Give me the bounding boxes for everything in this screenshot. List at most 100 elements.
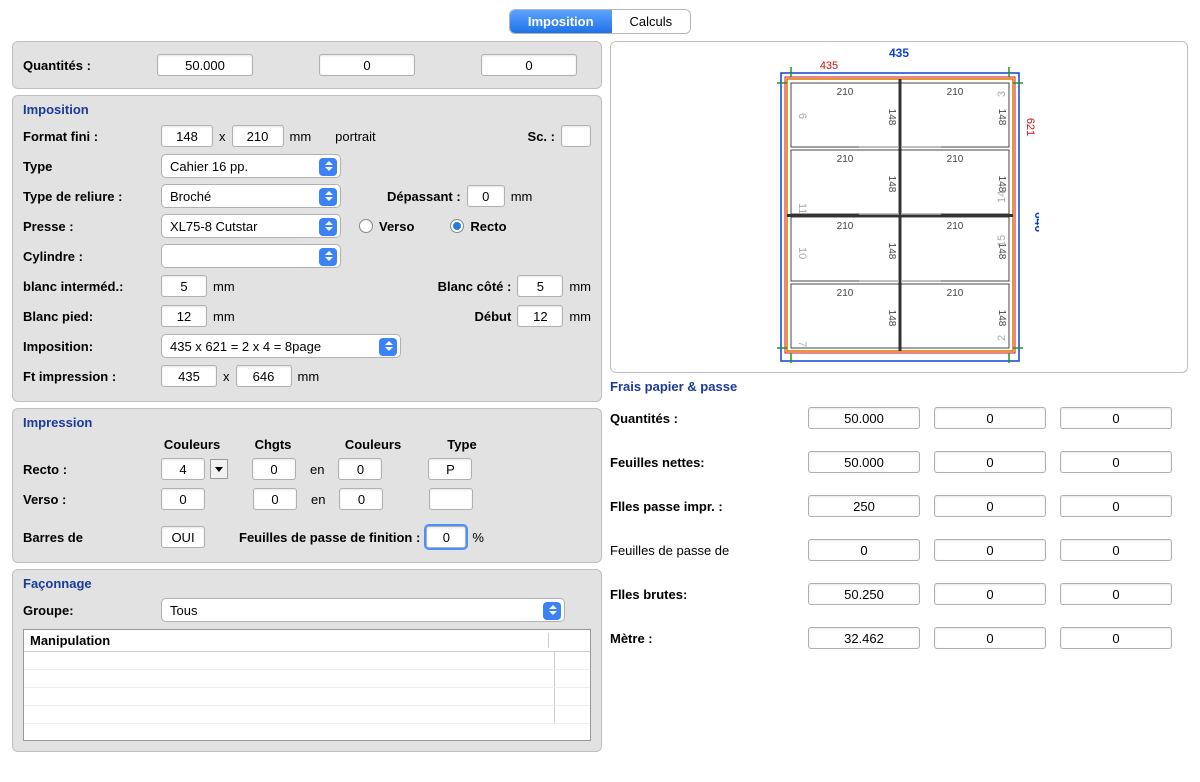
frais-n2-input[interactable] (934, 451, 1046, 473)
col-chgts: Chgts (243, 437, 303, 452)
quantites-1-input[interactable] (157, 54, 253, 76)
recto-chgts-input[interactable] (252, 458, 296, 480)
frais-q1-input[interactable] (808, 407, 920, 429)
svg-text:148: 148 (886, 176, 897, 193)
recto-type-input[interactable] (428, 458, 472, 480)
frais-pi3-input[interactable] (1060, 495, 1172, 517)
frais-pi1-input[interactable] (808, 495, 920, 517)
frais-nettes-label: Feuilles nettes: (610, 455, 808, 470)
col-type: Type (433, 437, 491, 452)
barres-label: Barres de (23, 530, 155, 545)
frais-m3-input[interactable] (1060, 627, 1172, 649)
reliure-label: Type de reliure : (23, 189, 155, 204)
table-row (24, 652, 590, 670)
blanc-intermed-input[interactable] (161, 275, 207, 297)
verso-row-label: Verso : (23, 492, 155, 507)
groupe-label: Groupe: (23, 603, 155, 618)
svg-text:210: 210 (837, 221, 854, 232)
frais-m2-input[interactable] (934, 627, 1046, 649)
frais-pd3-input[interactable] (1060, 539, 1172, 561)
debut-label: Début (474, 309, 511, 324)
frais-passe-de-label: Feuilles de passe de (610, 543, 808, 558)
recto-couleurs2-input[interactable] (338, 458, 382, 480)
frais-quantites-label: Quantités : (610, 411, 808, 426)
main-tabs: Imposition Calculs (510, 10, 690, 33)
imposition-title: Imposition (23, 102, 591, 117)
ft-mm-unit: mm (298, 369, 320, 384)
blanc-pied-input[interactable] (161, 305, 207, 327)
verso-couleurs2-input[interactable] (339, 488, 383, 510)
format-width-input[interactable] (161, 125, 213, 147)
blanc-intermed-label: blanc interméd.: (23, 279, 155, 294)
chevron-icon (325, 221, 333, 231)
blanc-cote-label: Blanc côté : (438, 279, 512, 294)
frais-b1-input[interactable] (808, 583, 920, 605)
blanc-cote-input[interactable] (517, 275, 563, 297)
cylindre-select[interactable] (161, 244, 341, 268)
frais-b2-input[interactable] (934, 583, 1046, 605)
diagram-top-label: 435 (889, 47, 909, 60)
ft-impression-label: Ft impression : (23, 369, 155, 384)
blanc-intermed-unit: mm (213, 279, 235, 294)
svg-text:148: 148 (996, 310, 1007, 327)
svg-text:210: 210 (947, 221, 964, 232)
presse-select[interactable]: XL75-8 Cutstar (161, 214, 341, 238)
recto-couleurs-dropdown[interactable] (210, 459, 228, 479)
recto-en-text: en (310, 462, 324, 477)
svg-text:10: 10 (796, 247, 808, 259)
ft-height-input[interactable] (236, 365, 292, 387)
chevron-icon (385, 341, 393, 351)
format-height-input[interactable] (232, 125, 284, 147)
recto-couleurs-input[interactable] (161, 458, 205, 480)
quantites-3-input[interactable] (481, 54, 577, 76)
svg-text:210: 210 (837, 288, 854, 299)
frais-brutes-label: Flles brutes: (610, 587, 808, 602)
quantites-2-input[interactable] (319, 54, 415, 76)
manipulation-table[interactable]: Manipulation (23, 629, 591, 741)
recto-radio[interactable] (450, 219, 464, 233)
svg-text:148: 148 (886, 243, 897, 260)
recto-radio-label: Recto (470, 219, 506, 234)
svg-text:7: 7 (796, 341, 808, 347)
sc-input[interactable] (561, 125, 591, 147)
tab-calculs[interactable]: Calculs (612, 10, 691, 33)
frais-q3-input[interactable] (1060, 407, 1172, 429)
verso-couleurs-input[interactable] (161, 488, 205, 510)
barres-input[interactable] (161, 526, 205, 548)
tab-imposition[interactable]: Imposition (510, 10, 612, 33)
frais-title: Frais papier & passe (610, 379, 1188, 394)
sc-label: Sc. : (528, 129, 555, 144)
frais-n3-input[interactable] (1060, 451, 1172, 473)
ft-width-input[interactable] (161, 365, 217, 387)
debut-unit: mm (569, 309, 591, 324)
frais-passe-impr-label: Flles passe impr. : (610, 499, 808, 514)
frais-b3-input[interactable] (1060, 583, 1172, 605)
frais-n1-input[interactable] (808, 451, 920, 473)
frais-pd2-input[interactable] (934, 539, 1046, 561)
depassant-input[interactable] (467, 185, 505, 207)
faconnage-title: Façonnage (23, 576, 591, 591)
debut-input[interactable] (517, 305, 563, 327)
verso-chgts-input[interactable] (253, 488, 297, 510)
svg-text:3: 3 (996, 91, 1008, 97)
chevron-icon (325, 161, 333, 171)
frais-m1-input[interactable] (808, 627, 920, 649)
format-fini-label: Format fini : (23, 129, 155, 144)
imposition-calc-select[interactable]: 435 x 621 = 2 x 4 = 8page (161, 334, 401, 358)
groupe-select[interactable]: Tous (161, 598, 565, 622)
type-select[interactable]: Cahier 16 pp. (161, 154, 341, 178)
frais-pi2-input[interactable] (934, 495, 1046, 517)
table-row (24, 706, 590, 724)
frais-pd1-input[interactable] (808, 539, 920, 561)
svg-text:148: 148 (886, 109, 897, 126)
svg-text:210: 210 (837, 154, 854, 165)
verso-type-input[interactable] (429, 488, 473, 510)
frais-q2-input[interactable] (934, 407, 1046, 429)
chevron-icon (325, 251, 333, 261)
quantites-label: Quantités : (23, 58, 151, 73)
feuilles-finition-input[interactable] (426, 526, 466, 548)
cylindre-label: Cylindre : (23, 249, 155, 264)
reliure-select[interactable]: Broché (161, 184, 341, 208)
svg-text:6: 6 (796, 113, 808, 119)
verso-radio[interactable] (359, 219, 373, 233)
